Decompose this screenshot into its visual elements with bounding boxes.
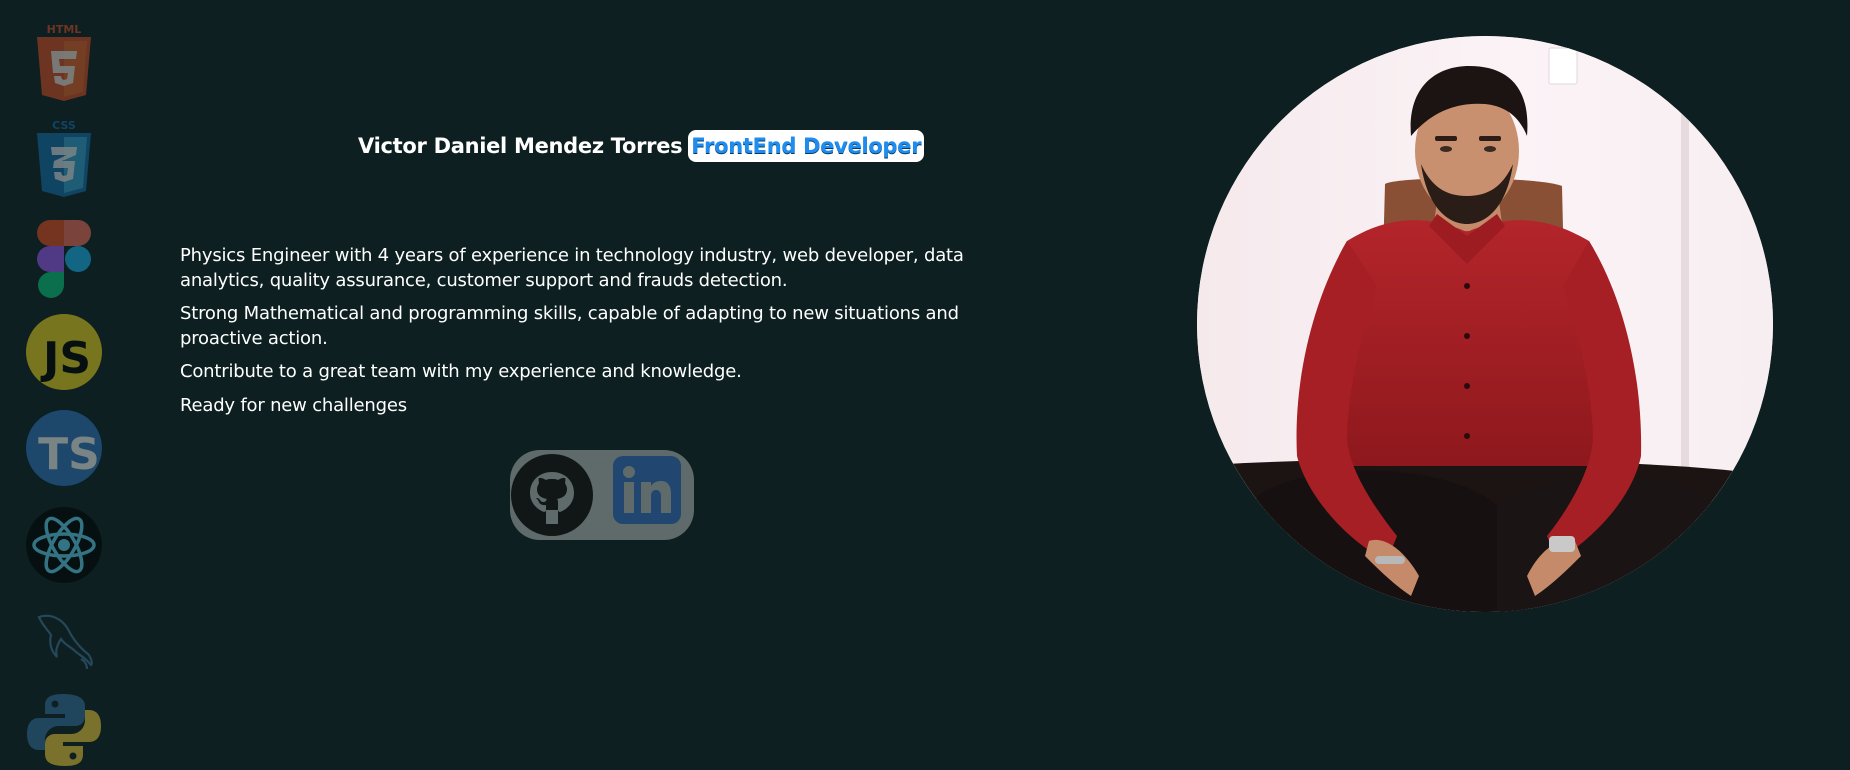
typescript-icon-label: TS — [38, 429, 100, 480]
headline: Victor Daniel Mendez Torres FrontEnd Dev… — [358, 128, 925, 164]
linkedin-icon — [613, 456, 681, 524]
react-icon — [24, 505, 104, 585]
linkedin-link[interactable] — [611, 454, 693, 536]
bio-paragraph: Strong Mathematical and programming skil… — [180, 303, 959, 349]
social-links — [510, 450, 694, 540]
python-icon — [24, 690, 104, 770]
css3-icon: CSS — [24, 118, 104, 198]
bio-paragraph: Ready for new challenges — [180, 394, 407, 416]
role-badge: FrontEnd Developer — [688, 130, 925, 162]
javascript-icon: JS — [24, 312, 104, 392]
typescript-icon: TS — [24, 408, 104, 488]
profile-name: Victor Daniel Mendez Torres — [358, 134, 683, 158]
bio-paragraph: Contribute to a great team with my exper… — [180, 361, 742, 382]
bio-section: Physics Engineer with 4 years of experie… — [180, 244, 1040, 427]
profile-photo — [1197, 36, 1773, 612]
figma-icon — [24, 218, 104, 298]
javascript-icon-label: JS — [40, 333, 91, 384]
github-link[interactable] — [511, 454, 593, 536]
github-icon — [511, 454, 593, 536]
mysql-icon — [24, 600, 104, 680]
html5-icon: HTML — [24, 22, 104, 102]
tech-stack-sidebar: HTML CSS JS TS — [0, 0, 130, 766]
html5-icon-label: HTML — [47, 23, 82, 36]
bio-paragraph: Physics Engineer with 4 years of experie… — [180, 245, 964, 291]
css3-icon-label: CSS — [52, 119, 76, 132]
